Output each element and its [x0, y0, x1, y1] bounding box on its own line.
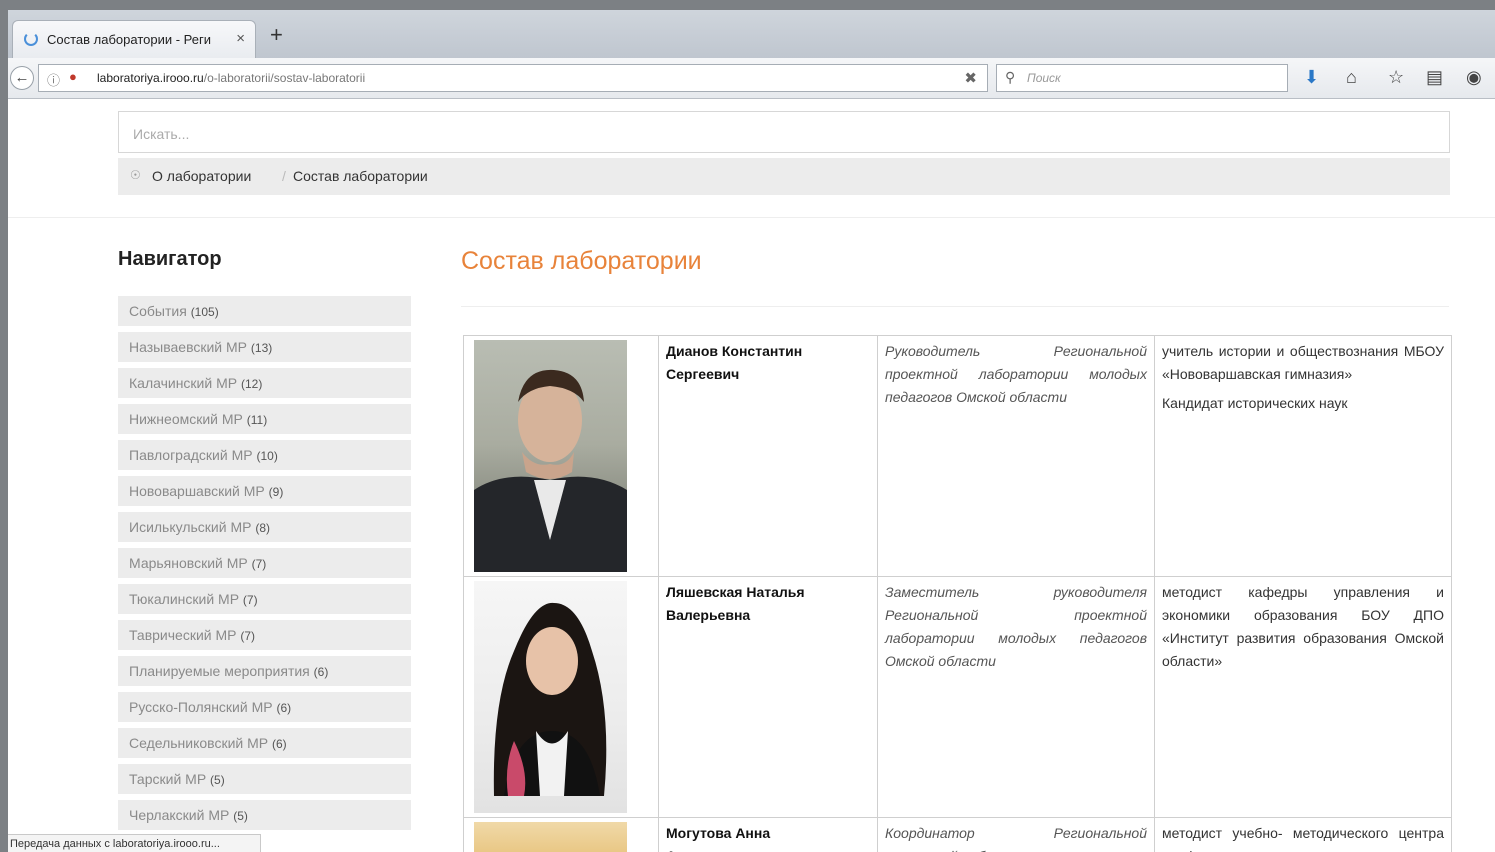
table-row: Могутова Анна Александровна Координатор … — [463, 817, 1452, 852]
portrait-photo — [474, 581, 627, 813]
url-bar[interactable]: ⓘ ● laboratoriya.irooo.ru/o-laboratorii/… — [38, 64, 988, 92]
member-position: методист учебно- методического центра пр… — [1154, 817, 1452, 852]
sidebar-item[interactable]: Калачинский МР (12) — [118, 368, 411, 398]
staff-table: Дианов Константин Сергеевич Руководитель… — [463, 335, 1452, 852]
library-icon[interactable]: ▤ — [1426, 67, 1443, 88]
member-name: Дианов Константин Сергеевич — [658, 335, 878, 577]
site-search-placeholder: Искать... — [133, 126, 190, 142]
breadcrumb: ☉ О лаборатории / Состав лаборатории — [118, 158, 1450, 195]
browser-search-placeholder: Поиск — [1027, 71, 1061, 85]
map-pin-icon: ☉ — [130, 168, 141, 182]
table-row: Ляшевская Наталья Валерьевна Заместитель… — [463, 576, 1452, 818]
browser-search-field[interactable]: ⚲ Поиск — [996, 64, 1288, 92]
info-icon[interactable]: ⓘ — [47, 70, 60, 89]
pocket-icon[interactable]: ◉ — [1466, 67, 1482, 88]
member-name: Ляшевская Наталья Валерьевна — [658, 576, 878, 818]
url-text: laboratoriya.irooo.ru/o-laboratorii/sost… — [97, 71, 366, 85]
sidebar-item[interactable]: Черлакский МР (5) — [118, 800, 411, 830]
page-content: Искать... ☉ О лаборатории / Состав лабор… — [8, 99, 1495, 852]
sidebar-item[interactable]: Марьяновский МР (7) — [118, 548, 411, 578]
tab-strip: Состав лаборатории - Реги × + — [8, 10, 1495, 59]
page-title: Состав лаборатории — [461, 247, 702, 275]
breadcrumb-current: Состав лаборатории — [293, 168, 428, 184]
divider — [461, 306, 1449, 307]
sidebar-item[interactable]: Нововаршавский МР (9) — [118, 476, 411, 506]
sidebar-item[interactable]: Планируемые мероприятия (6) — [118, 656, 411, 686]
tab-active[interactable]: Состав лаборатории - Реги × — [12, 20, 256, 58]
sidebar-item[interactable]: Называевский МР (13) — [118, 332, 411, 362]
member-name: Могутова Анна Александровна — [658, 817, 878, 852]
bookmark-star-icon[interactable]: ☆ — [1388, 67, 1404, 88]
member-position-text: учитель истории и обществознания МБОУ «Н… — [1162, 343, 1444, 382]
portrait-photo — [474, 822, 627, 852]
tab-close-icon[interactable]: × — [236, 30, 245, 47]
download-icon[interactable]: ⬇ — [1304, 67, 1319, 88]
photo-cell — [463, 576, 659, 818]
sidebar-item[interactable]: Тарский МР (5) — [118, 764, 411, 794]
photo-cell — [463, 335, 659, 577]
stop-icon[interactable]: ✖ — [964, 69, 977, 87]
home-icon[interactable]: ⌂ — [1346, 67, 1357, 88]
member-position: учитель истории и обществознания МБОУ «Н… — [1154, 335, 1452, 577]
portrait-photo — [474, 340, 627, 572]
member-role: Руководитель Региональной проектной лабо… — [877, 335, 1155, 577]
lock-icon[interactable]: ● — [69, 69, 77, 84]
table-row: Дианов Константин Сергеевич Руководитель… — [463, 335, 1452, 577]
member-position: методист кафедры управления и экономики … — [1154, 576, 1452, 818]
breadcrumb-link-about[interactable]: О лаборатории — [152, 168, 251, 184]
member-role: Координатор Региональной проектной лабор… — [877, 817, 1155, 852]
sidebar-item[interactable]: Тюкалинский МР (7) — [118, 584, 411, 614]
nav-bar: ← ⓘ ● laboratoriya.irooo.ru/o-laboratori… — [8, 58, 1495, 99]
member-role: Заместитель руководителя Региональной пр… — [877, 576, 1155, 818]
status-bar: Передача данных с laboratoriya.irooo.ru.… — [8, 834, 261, 852]
sidebar-item[interactable]: Седельниковский МР (6) — [118, 728, 411, 758]
back-arrow-icon[interactable]: ← — [10, 66, 34, 90]
photo-cell — [463, 817, 659, 852]
sidebar-nav: События (105) Называевский МР (13) Калач… — [118, 296, 411, 836]
breadcrumb-separator: / — [282, 168, 286, 184]
site-search-input[interactable]: Искать... — [118, 111, 1450, 153]
loading-spinner-icon — [24, 32, 38, 46]
divider — [8, 217, 1495, 218]
sidebar-item[interactable]: Таврический МР (7) — [118, 620, 411, 650]
sidebar-item[interactable]: Русско-Полянский МР (6) — [118, 692, 411, 722]
sidebar-item[interactable]: Павлоградский МР (10) — [118, 440, 411, 470]
member-degree: Кандидат исторических наук — [1162, 395, 1348, 411]
browser-window: Состав лаборатории - Реги × + ← ⓘ ● labo… — [8, 10, 1495, 852]
sidebar-item[interactable]: События (105) — [118, 296, 411, 326]
new-tab-button[interactable]: + — [270, 24, 283, 46]
sidebar-item[interactable]: Исилькульский МР (8) — [118, 512, 411, 542]
sidebar-item[interactable]: Нижнеомский МР (11) — [118, 404, 411, 434]
sidebar-title: Навигатор — [118, 248, 222, 270]
search-icon: ⚲ — [1005, 69, 1016, 85]
tab-title: Состав лаборатории - Реги — [47, 32, 212, 47]
